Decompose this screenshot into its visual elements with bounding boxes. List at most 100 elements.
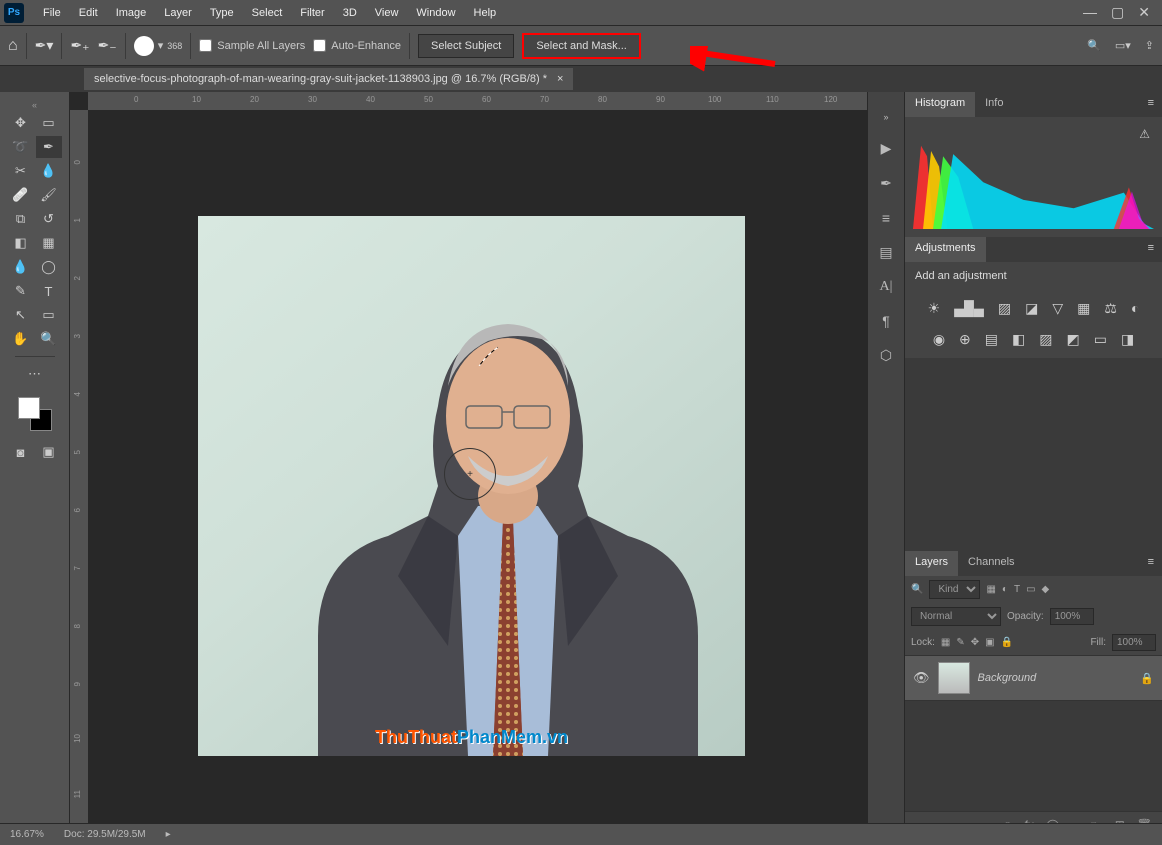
menu-file[interactable]: File	[34, 3, 70, 23]
color-swatch[interactable]	[18, 397, 52, 431]
layer-row-background[interactable]: 👁 Background 🔒	[905, 655, 1162, 701]
lock-paint-icon[interactable]: ✎	[956, 637, 964, 648]
layer-lock-icon[interactable]: 🔒	[1140, 672, 1154, 685]
select-and-mask-button[interactable]: Select and Mask...	[522, 33, 641, 59]
menu-3d[interactable]: 3D	[334, 3, 366, 23]
shape-tool[interactable]: ▭	[36, 304, 62, 326]
layer-thumbnail[interactable]	[938, 662, 970, 694]
tab-channels[interactable]: Channels	[958, 551, 1024, 576]
filter-pixel-icon[interactable]: ▦	[986, 584, 995, 595]
brightness-icon[interactable]: ☀	[928, 300, 941, 317]
opacity-input[interactable]	[1050, 608, 1094, 625]
add-selection-icon[interactable]: ✒₊	[70, 37, 89, 54]
channel-mixer-icon[interactable]: ⊕	[959, 331, 971, 348]
photo-filter-icon[interactable]: ◉	[933, 331, 945, 348]
status-flyout-icon[interactable]: ▸	[166, 829, 171, 840]
brush-tool[interactable]: 🖌	[36, 184, 62, 206]
blur-tool[interactable]: 💧	[8, 256, 34, 278]
screenmode-tool[interactable]: ▣	[36, 441, 62, 463]
move-tool[interactable]: ✥	[8, 112, 34, 134]
lock-all-icon[interactable]: 🔒	[1001, 637, 1013, 648]
type-tool[interactable]: T	[36, 280, 62, 302]
tab-histogram[interactable]: Histogram	[905, 92, 975, 117]
balance-icon[interactable]: ⚖	[1104, 300, 1117, 317]
tab-info[interactable]: Info	[975, 92, 1013, 117]
lock-position-icon[interactable]: ✥	[971, 637, 979, 648]
paragraph-panel-icon[interactable]: ¶	[882, 313, 890, 329]
layer-kind-select[interactable]: Kind	[929, 580, 980, 599]
blend-mode-select[interactable]: Normal	[911, 607, 1001, 626]
lasso-tool[interactable]: ➰	[8, 136, 34, 158]
lut-icon[interactable]: ▤	[985, 331, 998, 348]
zoom-tool[interactable]: 🔍	[36, 328, 62, 350]
document-canvas[interactable]: + ThuThuatPhanMem.vn	[198, 216, 745, 756]
filter-shape-icon[interactable]: ▭	[1026, 584, 1035, 595]
3d-panel-icon[interactable]: ⬡	[880, 347, 892, 364]
crop-tool[interactable]: ✂	[8, 160, 34, 182]
filter-smart-icon[interactable]: ◆	[1042, 584, 1050, 595]
history-brush-tool[interactable]: ↺	[36, 208, 62, 230]
eyedropper-tool[interactable]: 💧	[36, 160, 62, 182]
libraries-panel-icon[interactable]: ▤	[879, 244, 892, 261]
maximize-icon[interactable]: ▢	[1111, 4, 1124, 21]
lock-artboard-icon[interactable]: ▣	[985, 637, 994, 648]
brush-size-control[interactable]: ▾ 368	[134, 36, 183, 56]
gradient-map-icon[interactable]: ▭	[1094, 331, 1107, 348]
gradient-tool[interactable]: ▦	[36, 232, 62, 254]
levels-icon[interactable]: ▄█▄	[954, 300, 984, 317]
tool-preset-icon[interactable]: ✒▾	[35, 37, 54, 54]
menu-help[interactable]: Help	[465, 3, 506, 23]
fill-input[interactable]	[1112, 634, 1156, 651]
hue-icon[interactable]: ▦	[1077, 300, 1090, 317]
layer-name[interactable]: Background	[978, 672, 1037, 684]
filter-type-icon[interactable]: T	[1014, 584, 1020, 595]
foreground-color-swatch[interactable]	[18, 397, 40, 419]
canvas-area[interactable]: 010 2030 4050 6070 8090 100110 120130 01…	[70, 92, 867, 845]
brushes-panel-icon[interactable]: ✒	[880, 175, 892, 192]
menu-layer[interactable]: Layer	[155, 3, 201, 23]
dodge-tool[interactable]: ◯	[36, 256, 62, 278]
filter-adjust-icon[interactable]: ◐	[1002, 584, 1008, 595]
sample-all-layers-checkbox[interactable]: Sample All Layers	[199, 39, 305, 52]
eraser-tool[interactable]: ◧	[8, 232, 34, 254]
subtract-selection-icon[interactable]: ✒₋	[98, 37, 117, 54]
exposure-icon[interactable]: ◪	[1025, 300, 1038, 317]
pen-tool[interactable]: ✎	[8, 280, 34, 302]
history-panel-icon[interactable]: ▶	[881, 140, 892, 157]
panel-menu-icon[interactable]: ≡	[1140, 551, 1162, 576]
select-subject-button[interactable]: Select Subject	[418, 34, 514, 58]
menu-edit[interactable]: Edit	[70, 3, 107, 23]
workspace-icon[interactable]: ▭▾	[1115, 39, 1131, 52]
doc-size[interactable]: Doc: 29.5M/29.5M	[64, 829, 146, 840]
search-icon[interactable]: 🔍	[1087, 39, 1101, 52]
threshold-icon[interactable]: ◩	[1066, 331, 1079, 348]
bw-icon[interactable]: ◐	[1131, 300, 1139, 317]
hand-tool[interactable]: ✋	[8, 328, 34, 350]
document-tab[interactable]: selective-focus-photograph-of-man-wearin…	[84, 68, 573, 90]
visibility-icon[interactable]: 👁	[913, 670, 930, 686]
tab-adjustments[interactable]: Adjustments	[905, 237, 986, 262]
selective-color-icon[interactable]: ◨	[1121, 331, 1134, 348]
dock-expand-icon[interactable]: »	[883, 112, 888, 122]
home-icon[interactable]: ⌂	[8, 37, 18, 55]
invert-icon[interactable]: ◧	[1012, 331, 1025, 348]
tab-layers[interactable]: Layers	[905, 551, 958, 576]
panel-menu-icon[interactable]: ≡	[1140, 237, 1162, 262]
healing-tool[interactable]: 🩹	[8, 184, 34, 206]
minimize-icon[interactable]: —	[1083, 4, 1097, 21]
path-tool[interactable]: ↖	[8, 304, 34, 326]
menu-select[interactable]: Select	[243, 3, 292, 23]
swatches-panel-icon[interactable]: ≡	[882, 210, 890, 226]
menu-type[interactable]: Type	[201, 3, 243, 23]
panel-menu-icon[interactable]: ≡	[1140, 92, 1162, 117]
tab-close-icon[interactable]: ×	[557, 73, 563, 85]
close-icon[interactable]: ✕	[1138, 4, 1150, 21]
menu-filter[interactable]: Filter	[291, 3, 333, 23]
menu-image[interactable]: Image	[107, 3, 156, 23]
quickmask-tool[interactable]: ◙	[8, 441, 34, 463]
quick-selection-tool[interactable]: ✒	[36, 136, 62, 158]
stamp-tool[interactable]: ⧉	[8, 208, 34, 230]
zoom-level[interactable]: 16.67%	[10, 829, 44, 840]
menu-window[interactable]: Window	[407, 3, 464, 23]
posterize-icon[interactable]: ▨	[1039, 331, 1052, 348]
